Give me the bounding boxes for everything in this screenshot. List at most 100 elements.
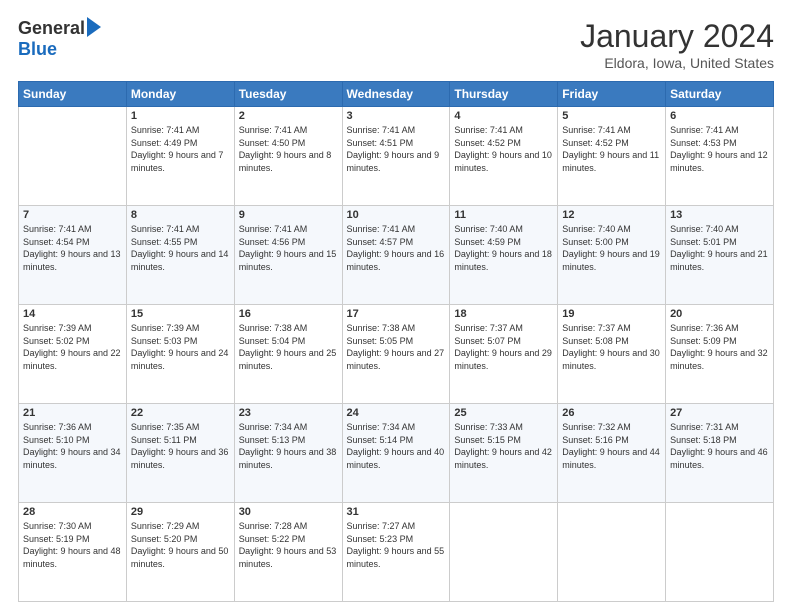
- calendar-cell: 1Sunrise: 7:41 AMSunset: 4:49 PMDaylight…: [126, 107, 234, 206]
- day-info: Sunrise: 7:34 AMSunset: 5:14 PMDaylight:…: [347, 422, 445, 470]
- calendar-cell: 18 Sunrise: 7:37 AMSunset: 5:07 PMDayligh…: [450, 305, 558, 404]
- day-number: 24: [347, 407, 446, 419]
- calendar-cell: 5 Sunrise: 7:41 AMSunset: 4:52 PMDaylight…: [558, 107, 666, 206]
- day-number: 2: [239, 110, 338, 122]
- day-info: Sunrise: 7:39 AMSunset: 5:03 PMDaylight:…: [131, 323, 229, 371]
- calendar-cell: 13 Sunrise: 7:40 AMSunset: 5:01 PMDayligh…: [666, 206, 774, 305]
- calendar-cell: 16 Sunrise: 7:38 AMSunset: 5:04 PMDayligh…: [234, 305, 342, 404]
- day-number: 23: [239, 407, 338, 419]
- day-info: Sunrise: 7:31 AMSunset: 5:18 PMDaylight:…: [670, 422, 768, 470]
- day-number: 15: [131, 308, 230, 320]
- day-info: Sunrise: 7:27 AMSunset: 5:23 PMDaylight:…: [347, 521, 445, 569]
- day-info: Sunrise: 7:41 AMSunset: 4:52 PMDaylight:…: [562, 125, 659, 173]
- day-info: Sunrise: 7:29 AMSunset: 5:20 PMDaylight:…: [131, 521, 229, 569]
- calendar-cell: 12Sunrise: 7:40 AMSunset: 5:00 PMDayligh…: [558, 206, 666, 305]
- day-number: 16: [239, 308, 338, 320]
- calendar-cell: 14 Sunrise: 7:39 AMSunset: 5:02 PMDayligh…: [19, 305, 127, 404]
- calendar-cell: 20 Sunrise: 7:36 AMSunset: 5:09 PMDayligh…: [666, 305, 774, 404]
- calendar-cell: 29 Sunrise: 7:29 AMSunset: 5:20 PMDayligh…: [126, 503, 234, 602]
- day-number: 4: [454, 110, 553, 122]
- day-info: Sunrise: 7:36 AMSunset: 5:10 PMDaylight:…: [23, 422, 121, 470]
- day-info: Sunrise: 7:32 AMSunset: 5:16 PMDaylight:…: [562, 422, 660, 470]
- day-number: 6: [670, 110, 769, 122]
- calendar-cell: 6 Sunrise: 7:41 AMSunset: 4:53 PMDaylight…: [666, 107, 774, 206]
- calendar-cell: 19Sunrise: 7:37 AMSunset: 5:08 PMDayligh…: [558, 305, 666, 404]
- calendar-cell: 24 Sunrise: 7:34 AMSunset: 5:14 PMDayligh…: [342, 404, 450, 503]
- day-number: 18: [454, 308, 553, 320]
- day-info: Sunrise: 7:41 AMSunset: 4:53 PMDaylight:…: [670, 125, 768, 173]
- day-number: 13: [670, 209, 769, 221]
- calendar-cell: 9 Sunrise: 7:41 AMSunset: 4:56 PMDaylight…: [234, 206, 342, 305]
- day-number: 9: [239, 209, 338, 221]
- day-info: Sunrise: 7:34 AMSunset: 5:13 PMDaylight:…: [239, 422, 337, 470]
- calendar-cell: 23 Sunrise: 7:34 AMSunset: 5:13 PMDayligh…: [234, 404, 342, 503]
- day-number: 20: [670, 308, 769, 320]
- day-number: 27: [670, 407, 769, 419]
- day-number: 17: [347, 308, 446, 320]
- day-number: 28: [23, 506, 122, 518]
- calendar-cell: 28 Sunrise: 7:30 AMSunset: 5:19 PMDayligh…: [19, 503, 127, 602]
- page: General Blue January 2024 Eldora, Iowa, …: [0, 0, 792, 612]
- calendar-cell: [558, 503, 666, 602]
- day-info: Sunrise: 7:39 AMSunset: 5:02 PMDaylight:…: [23, 323, 121, 371]
- calendar-cell: [19, 107, 127, 206]
- calendar-cell: 3Sunrise: 7:41 AMSunset: 4:51 PMDaylight…: [342, 107, 450, 206]
- weekday-header-sunday: Sunday: [19, 82, 127, 107]
- calendar-cell: 25 Sunrise: 7:33 AMSunset: 5:15 PMDayligh…: [450, 404, 558, 503]
- day-number: 22: [131, 407, 230, 419]
- day-info: Sunrise: 7:41 AMSunset: 4:50 PMDaylight:…: [239, 125, 332, 173]
- day-info: Sunrise: 7:38 AMSunset: 5:05 PMDaylight:…: [347, 323, 445, 371]
- day-info: Sunrise: 7:33 AMSunset: 5:15 PMDaylight:…: [454, 422, 552, 470]
- logo-general: General: [18, 18, 85, 39]
- day-info: Sunrise: 7:41 AMSunset: 4:56 PMDaylight:…: [239, 224, 337, 272]
- day-info: Sunrise: 7:28 AMSunset: 5:22 PMDaylight:…: [239, 521, 337, 569]
- day-number: 29: [131, 506, 230, 518]
- day-number: 25: [454, 407, 553, 419]
- header: General Blue January 2024 Eldora, Iowa, …: [18, 18, 774, 71]
- calendar-cell: 22 Sunrise: 7:35 AMSunset: 5:11 PMDayligh…: [126, 404, 234, 503]
- calendar-cell: 26 Sunrise: 7:32 AMSunset: 5:16 PMDayligh…: [558, 404, 666, 503]
- day-number: 5: [562, 110, 661, 122]
- calendar-cell: [450, 503, 558, 602]
- day-number: 11: [454, 209, 553, 221]
- calendar-cell: 2 Sunrise: 7:41 AMSunset: 4:50 PMDaylight…: [234, 107, 342, 206]
- calendar-cell: 10 Sunrise: 7:41 AMSunset: 4:57 PMDayligh…: [342, 206, 450, 305]
- calendar-cell: 7Sunrise: 7:41 AMSunset: 4:54 PMDaylight…: [19, 206, 127, 305]
- day-number: 10: [347, 209, 446, 221]
- day-number: 8: [131, 209, 230, 221]
- day-info: Sunrise: 7:36 AMSunset: 5:09 PMDaylight:…: [670, 323, 768, 371]
- week-row-4: 28 Sunrise: 7:30 AMSunset: 5:19 PMDayligh…: [19, 503, 774, 602]
- day-number: 7: [23, 209, 122, 221]
- calendar-cell: 8Sunrise: 7:41 AMSunset: 4:55 PMDaylight…: [126, 206, 234, 305]
- day-info: Sunrise: 7:40 AMSunset: 5:00 PMDaylight:…: [562, 224, 660, 272]
- calendar-cell: [666, 503, 774, 602]
- weekday-header-tuesday: Tuesday: [234, 82, 342, 107]
- day-info: Sunrise: 7:41 AMSunset: 4:51 PMDaylight:…: [347, 125, 440, 173]
- title-block: January 2024 Eldora, Iowa, United States: [580, 18, 774, 71]
- day-info: Sunrise: 7:41 AMSunset: 4:57 PMDaylight:…: [347, 224, 445, 272]
- day-info: Sunrise: 7:40 AMSunset: 4:59 PMDaylight:…: [454, 224, 552, 272]
- day-number: 30: [239, 506, 338, 518]
- day-number: 14: [23, 308, 122, 320]
- day-info: Sunrise: 7:38 AMSunset: 5:04 PMDaylight:…: [239, 323, 337, 371]
- calendar-cell: 31Sunrise: 7:27 AMSunset: 5:23 PMDayligh…: [342, 503, 450, 602]
- day-info: Sunrise: 7:30 AMSunset: 5:19 PMDaylight:…: [23, 521, 121, 569]
- day-info: Sunrise: 7:35 AMSunset: 5:11 PMDaylight:…: [131, 422, 229, 470]
- day-info: Sunrise: 7:37 AMSunset: 5:07 PMDaylight:…: [454, 323, 552, 371]
- location: Eldora, Iowa, United States: [580, 55, 774, 71]
- calendar-cell: 30 Sunrise: 7:28 AMSunset: 5:22 PMDayligh…: [234, 503, 342, 602]
- calendar-cell: 15 Sunrise: 7:39 AMSunset: 5:03 PMDayligh…: [126, 305, 234, 404]
- week-row-2: 14 Sunrise: 7:39 AMSunset: 5:02 PMDayligh…: [19, 305, 774, 404]
- week-row-3: 21 Sunrise: 7:36 AMSunset: 5:10 PMDayligh…: [19, 404, 774, 503]
- weekday-header-monday: Monday: [126, 82, 234, 107]
- week-row-1: 7Sunrise: 7:41 AMSunset: 4:54 PMDaylight…: [19, 206, 774, 305]
- day-number: 21: [23, 407, 122, 419]
- calendar-cell: 21 Sunrise: 7:36 AMSunset: 5:10 PMDayligh…: [19, 404, 127, 503]
- day-info: Sunrise: 7:40 AMSunset: 5:01 PMDaylight:…: [670, 224, 768, 272]
- weekday-header-row: SundayMondayTuesdayWednesdayThursdayFrid…: [19, 82, 774, 107]
- day-number: 26: [562, 407, 661, 419]
- day-number: 1: [131, 110, 230, 122]
- calendar-cell: 17 Sunrise: 7:38 AMSunset: 5:05 PMDayligh…: [342, 305, 450, 404]
- weekday-header-friday: Friday: [558, 82, 666, 107]
- calendar-table: SundayMondayTuesdayWednesdayThursdayFrid…: [18, 81, 774, 602]
